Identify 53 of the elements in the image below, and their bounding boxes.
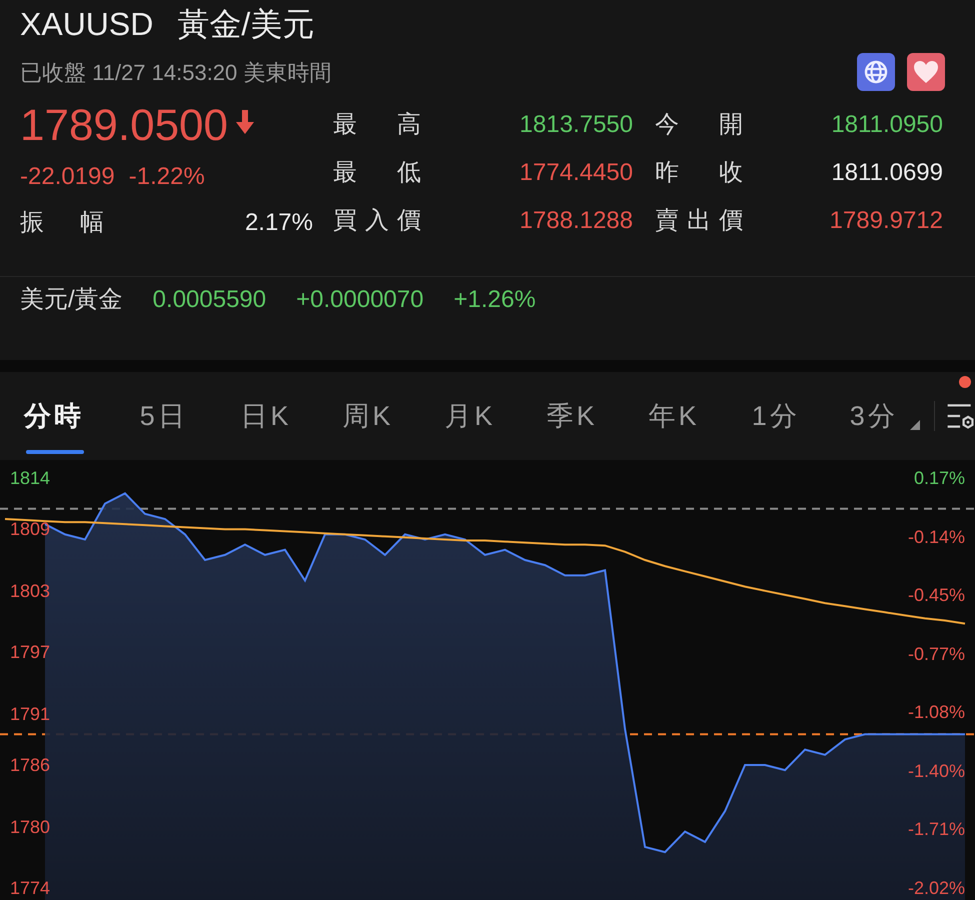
chart-tab[interactable]: 5日: [114, 372, 214, 460]
stat-label: 賣出價: [655, 206, 743, 236]
stat-value: 1788.1288: [520, 206, 633, 236]
globe-button[interactable]: [857, 53, 895, 91]
stat-value: 1774.4450: [520, 158, 633, 188]
percent-axis-label: -1.40%: [908, 762, 965, 780]
y-axis-label: 1809: [10, 520, 50, 538]
chart-tab[interactable]: 3分: [828, 372, 928, 460]
percent-axis-label: -0.45%: [908, 586, 965, 604]
cross-rate-percent: +1.26%: [454, 285, 536, 315]
chart-tab[interactable]: 月K: [420, 372, 520, 460]
percent-axis-label: 0.17%: [914, 469, 965, 487]
chart-tab[interactable]: 分時: [12, 372, 112, 460]
heart-icon: [913, 60, 939, 84]
last-price: 1789.0500: [20, 104, 228, 148]
price-change: -22.0199: [20, 162, 115, 192]
percent-axis-label: -0.14%: [908, 528, 965, 546]
favorite-button[interactable]: [907, 53, 945, 91]
stat-value: 1811.0950: [831, 110, 943, 140]
cross-rate-change: +0.0000070: [296, 285, 424, 315]
stat-label: 昨收: [655, 158, 743, 188]
percent-axis-label: -0.77%: [908, 644, 965, 663]
stat-value: 2.17%: [244, 208, 313, 238]
chart-tab[interactable]: 周K: [318, 372, 418, 460]
stat-value: 1813.7550: [520, 110, 633, 140]
y-axis-label: 1791: [10, 704, 50, 723]
y-axis-label: 1780: [10, 818, 50, 836]
y-axis-label: 1786: [10, 756, 50, 774]
y-axis-label: 1797: [10, 643, 50, 662]
cross-rate-label: 美元/黃金: [20, 285, 123, 315]
instrument-name: 黃金/美元: [177, 5, 314, 44]
chart-tab[interactable]: 年K: [624, 372, 724, 460]
chart-tab[interactable]: 1分: [726, 372, 826, 460]
percent-axis-label: -1.08%: [908, 703, 965, 722]
percent-axis-label: -1.71%: [908, 820, 965, 838]
stat-label: 最高: [333, 110, 421, 140]
percent-axis-label: -2.02%: [908, 879, 965, 897]
y-axis-label: 1774: [10, 879, 50, 897]
stat-value: 1789.9712: [830, 206, 943, 236]
chart-tab[interactable]: 日K: [216, 372, 316, 460]
market-status: 已收盤 11/27 14:53:20 美東時間: [20, 58, 332, 86]
stat-label: 最低: [333, 158, 421, 188]
stat-label: 振幅: [20, 208, 104, 238]
stat-value: 1811.0699: [831, 158, 943, 188]
stat-label: 今開: [655, 110, 743, 140]
globe-icon: [863, 59, 889, 85]
y-axis-label: 1803: [10, 582, 50, 600]
symbol-title: XAUUSD: [20, 5, 154, 44]
cross-rate-value: 0.0005590: [152, 285, 266, 315]
y-axis-label: 1814: [10, 469, 50, 487]
percent-change: -1.22%: [128, 162, 205, 192]
chart-tab[interactable]: 季K: [522, 372, 622, 460]
stat-label: 買入價: [333, 206, 421, 236]
